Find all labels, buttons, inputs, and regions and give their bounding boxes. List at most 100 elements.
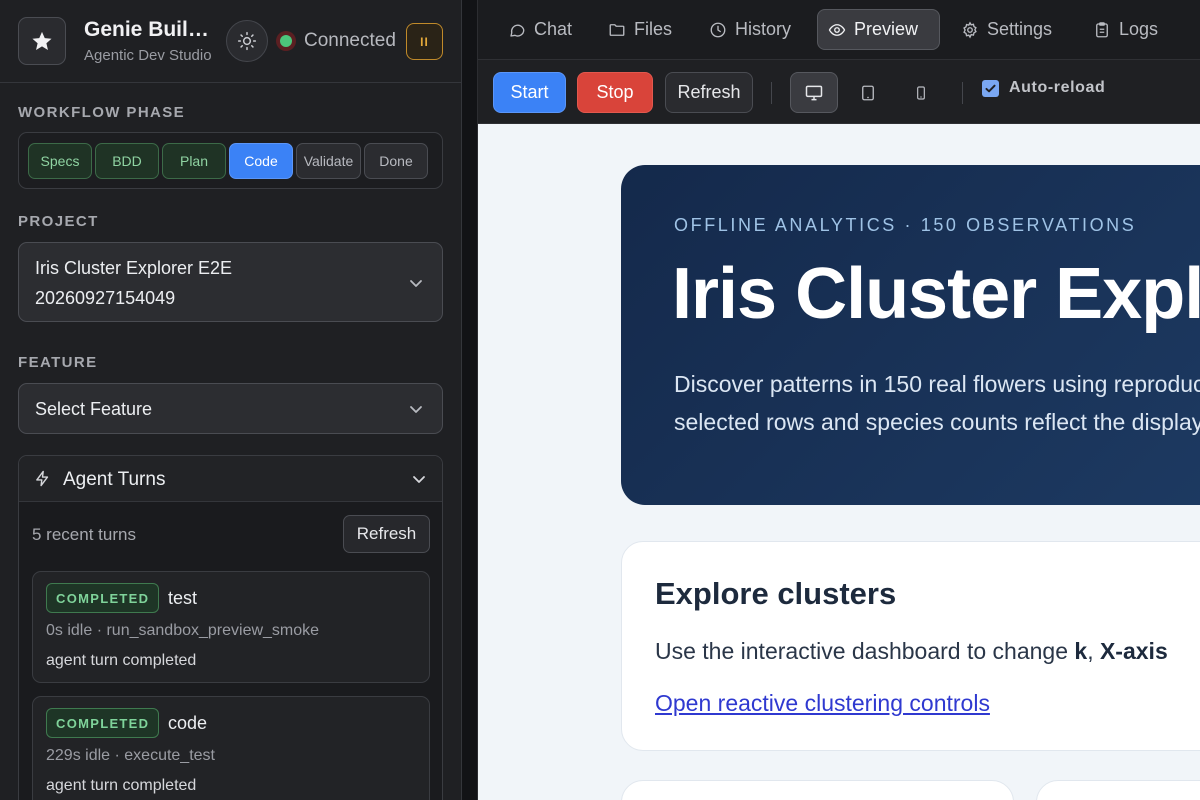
hero-description-line2: selected rows and species counts reflect… — [674, 409, 1200, 435]
tablet-icon — [862, 85, 874, 100]
agent-turns-header[interactable]: Agent Turns — [19, 456, 442, 502]
card-text-k: k — [1074, 638, 1088, 664]
sidebar: Genie Builder Agentic Dev Studio Connect… — [0, 0, 462, 800]
eye-icon — [828, 23, 846, 36]
workflow-phase-stepper: Specs BDD Plan Code Validate Done — [18, 132, 443, 189]
feature-label: FEATURE — [18, 354, 98, 371]
tab-label: Files — [634, 19, 673, 39]
turn-name: code — [168, 713, 208, 733]
folder-icon — [609, 23, 625, 36]
hero-eyebrow: OFFLINE ANALYTICS · 150 OBSERVATIONS — [674, 215, 1137, 235]
project-value-line2: 20260927154049 — [35, 288, 176, 308]
pause-icon: II — [420, 34, 429, 49]
tab-logs[interactable]: Logs — [1083, 9, 1168, 50]
gear-icon — [963, 21, 977, 39]
turn-message: agent turn completed — [46, 777, 197, 794]
hero-banner: OFFLINE ANALYTICS · 150 OBSERVATIONS Iri… — [621, 165, 1200, 505]
auto-reload-label: Auto-reload — [1009, 79, 1106, 96]
phase-bdd[interactable]: BDD — [95, 143, 159, 179]
check-icon — [985, 84, 996, 92]
feature-select[interactable]: Select Feature — [18, 383, 443, 434]
auto-reload-toggle[interactable]: Auto-reload — [982, 79, 1105, 97]
explore-card: Explore clusters Use the interactive das… — [621, 541, 1200, 751]
turn-message: agent turn completed — [46, 652, 197, 669]
app-logo — [18, 17, 66, 65]
star-icon — [32, 31, 52, 50]
sun-icon — [237, 31, 257, 51]
project-label: PROJECT — [18, 213, 99, 230]
card-text-lead: Use the interactive dashboard to change — [655, 638, 1075, 664]
app-window: Genie Builder Agentic Dev Studio Connect… — [0, 0, 1200, 800]
clock-icon — [710, 22, 726, 37]
chevron-down-icon — [410, 406, 422, 413]
tablet-view-button[interactable] — [844, 72, 892, 113]
desktop-view-button[interactable] — [790, 72, 838, 113]
tab-label: Preview — [854, 19, 919, 39]
monitor-icon — [805, 85, 823, 100]
recent-turns-count: 5 recent turns — [32, 525, 136, 544]
content-card — [621, 780, 1014, 800]
preview-toolbar: Start Stop Refresh Auto-reload — [478, 60, 1200, 124]
mobile-view-button[interactable] — [897, 72, 945, 113]
turn-name: test — [168, 588, 198, 608]
workflow-phase-label: WORKFLOW PHASE — [18, 104, 186, 121]
app-subtitle: Agentic Dev Studio — [84, 47, 212, 64]
status-badge: COMPLETED — [46, 583, 160, 613]
main-panel: Chat Files History Preview Settings Logs — [477, 0, 1200, 800]
project-value-line1: Iris Cluster Explorer E2E — [35, 258, 233, 278]
tab-files[interactable]: Files — [598, 9, 682, 50]
connection-status: Connected — [276, 30, 396, 52]
sidebar-header: Genie Builder Agentic Dev Studio Connect… — [0, 0, 461, 83]
hero-title: Iris Cluster Explorer — [672, 254, 1200, 334]
auto-reload-checkbox[interactable] — [982, 79, 999, 97]
preview-frame: OFFLINE ANALYTICS · 150 OBSERVATIONS Iri… — [478, 124, 1200, 800]
tab-label: Chat — [534, 19, 573, 39]
theme-toggle-button[interactable] — [226, 20, 268, 62]
tab-preview[interactable]: Preview — [817, 9, 940, 50]
agent-turns-title: Agent Turns — [63, 469, 166, 490]
tab-label: History — [735, 19, 792, 39]
tab-bar: Chat Files History Preview Settings Logs — [478, 0, 1200, 60]
tab-history[interactable]: History — [699, 9, 801, 50]
card-text: Use the interactive dashboard to change … — [655, 638, 1168, 665]
turn-card[interactable]: COMPLETED code 229s idle · execute_test … — [32, 696, 430, 800]
tab-settings[interactable]: Settings — [951, 9, 1062, 50]
clustering-controls-link[interactable]: Open reactive clustering controls — [655, 690, 990, 717]
turn-meta: 229s idle · execute_test — [46, 747, 215, 764]
card-text-sep: , — [1087, 638, 1100, 664]
phase-plan[interactable]: Plan — [162, 143, 226, 179]
app-title: Genie Builder — [84, 18, 214, 41]
turn-meta: 0s idle · run_sandbox_preview_smoke — [46, 622, 320, 639]
status-badge: COMPLETED — [46, 708, 160, 738]
phone-icon — [917, 85, 925, 100]
card-text-xaxis: X-axis — [1099, 638, 1168, 664]
tab-chat[interactable]: Chat — [498, 9, 582, 50]
refresh-turns-button[interactable]: Refresh — [343, 515, 430, 553]
chevron-down-icon — [413, 476, 425, 483]
content-card — [1036, 780, 1200, 800]
project-select[interactable]: Iris Cluster Explorer E2E 20260927154049 — [18, 242, 443, 322]
tab-label: Logs — [1119, 19, 1159, 39]
phase-specs[interactable]: Specs — [28, 143, 92, 179]
chevron-down-icon — [410, 280, 422, 287]
status-dot — [280, 35, 292, 47]
phase-done[interactable]: Done — [364, 143, 428, 179]
turn-card[interactable]: COMPLETED test 0s idle · run_sandbox_pre… — [32, 571, 430, 683]
stop-button[interactable]: Stop — [577, 72, 653, 113]
start-button[interactable]: Start — [493, 72, 566, 113]
hero-description-line1: Discover patterns in 150 real flowers us… — [674, 371, 1200, 397]
toolbar-divider — [962, 82, 963, 104]
hero-description: Discover patterns in 150 real flowers us… — [674, 365, 1200, 441]
feature-value: Select Feature — [35, 399, 153, 419]
chat-icon — [510, 24, 525, 37]
card-title: Explore clusters — [655, 576, 897, 611]
phase-code[interactable]: Code — [229, 143, 293, 179]
clipboard-icon — [1096, 21, 1108, 37]
status-text: Connected — [304, 30, 396, 51]
agent-turns-panel: Agent Turns 5 recent turns Refresh COMPL… — [18, 455, 443, 800]
tab-label: Settings — [987, 19, 1053, 39]
pause-button[interactable]: II — [406, 23, 443, 60]
lightning-icon — [36, 470, 49, 487]
refresh-button[interactable]: Refresh — [665, 72, 753, 113]
phase-validate[interactable]: Validate — [296, 143, 361, 179]
